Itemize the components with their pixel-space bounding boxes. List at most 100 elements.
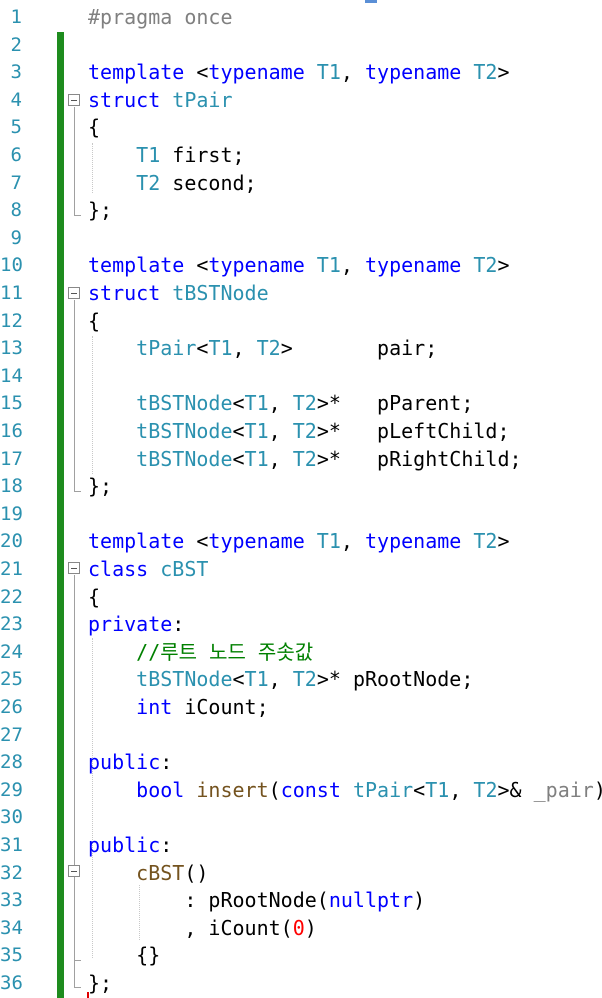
code-token: T2 xyxy=(292,446,317,471)
line-number: 1 xyxy=(10,6,22,28)
code-line[interactable]: tBSTNode<T1, T2>* pRootNode; xyxy=(88,666,473,694)
code-line[interactable]: tBSTNode<T1, T2>* pParent; xyxy=(88,390,473,418)
code-line[interactable]: template <typename T1, typename T2> xyxy=(88,59,510,87)
code-line[interactable]: tPair<T1, T2> pair; xyxy=(88,335,437,363)
line-number: 8 xyxy=(10,199,22,222)
fold-toggle-icon[interactable] xyxy=(68,94,80,106)
code-line[interactable]: template <typename T1, typename T2> xyxy=(88,528,510,556)
code-line[interactable]: : pRootNode(nullptr) xyxy=(88,887,425,915)
code-line[interactable]: tBSTNode<T1, T2>* pLeftChild; xyxy=(88,418,509,446)
code-token: ( xyxy=(316,888,329,913)
code-token: cBST xyxy=(160,557,209,581)
fold-toggle-icon[interactable] xyxy=(68,287,80,299)
code-line[interactable]: public: xyxy=(88,749,172,777)
code-line[interactable]: { xyxy=(88,584,100,612)
code-token: >* pRightChild; xyxy=(316,446,522,471)
fold-toggle-icon[interactable] xyxy=(68,562,80,574)
code-token: //루트 노드 주솟값 xyxy=(136,639,314,664)
line-number: 34 xyxy=(0,916,23,939)
code-token: < xyxy=(232,667,245,692)
fold-guide-line xyxy=(74,878,75,960)
code-token: insert xyxy=(196,777,269,802)
code-token: int xyxy=(136,695,173,719)
code-line[interactable]: #pragma once xyxy=(88,4,233,32)
line-number: 3 xyxy=(10,61,22,84)
code-line[interactable]: T1 first; xyxy=(88,142,245,170)
line-number: 18 xyxy=(0,475,23,498)
code-line[interactable]: }; xyxy=(88,197,112,225)
code-token: < xyxy=(413,777,426,802)
code-token: first; xyxy=(160,143,245,167)
code-token: , xyxy=(340,529,365,554)
line-number: 2 xyxy=(10,33,22,56)
code-line[interactable]: public: xyxy=(88,832,172,860)
code-token: tBSTNode xyxy=(136,391,233,416)
fold-guide-end xyxy=(74,960,81,961)
code-token: < xyxy=(184,253,209,278)
code-token: template xyxy=(88,60,185,85)
code-token: T1 xyxy=(316,253,341,278)
code-line[interactable]: }; xyxy=(88,970,112,998)
code-line[interactable]: bool insert(const tPair<T1, T2>& _pair); xyxy=(88,777,602,805)
line-number: 4 xyxy=(10,88,22,111)
line-number: 13 xyxy=(0,337,23,360)
code-token: T1 xyxy=(425,777,450,802)
code-line[interactable]: { xyxy=(88,308,100,336)
code-line[interactable]: //루트 노드 주솟값 xyxy=(88,639,313,667)
line-number: 9 xyxy=(10,226,22,249)
code-token: T1 xyxy=(316,60,341,85)
line-number: 5 xyxy=(10,116,22,139)
code-token: tBSTNode xyxy=(136,419,233,443)
code-line[interactable]: class cBST xyxy=(88,556,208,584)
code-token: , xyxy=(340,60,365,85)
code-token: cBST xyxy=(136,860,185,885)
code-token: > pair; xyxy=(280,336,438,361)
line-number: 33 xyxy=(0,889,23,912)
code-line[interactable]: }; xyxy=(88,473,112,501)
code-token: typename xyxy=(364,529,462,554)
line-number: 19 xyxy=(0,502,23,525)
code-line[interactable]: template <typename T1, typename T2> xyxy=(88,252,510,280)
code-editor[interactable]: 1 2 3 4 5 6 7 8 9 10 11 12 13 14 15 16 17 18 19 20 21 22 23 24 2… xyxy=(0,0,602,998)
code-line[interactable]: private: xyxy=(88,611,184,639)
code-line[interactable]: int iCount; xyxy=(88,694,269,722)
code-token: const xyxy=(280,777,341,802)
code-token: T2 xyxy=(473,253,498,278)
code-token: typename xyxy=(208,60,305,85)
code-token: ); xyxy=(594,778,602,802)
code-token: iCount; xyxy=(172,695,269,719)
line-number: 21 xyxy=(0,558,23,580)
code-line[interactable]: {} xyxy=(88,942,160,970)
code-token: ( xyxy=(268,777,281,802)
code-token: typename xyxy=(364,60,462,85)
code-token: ) xyxy=(413,888,426,913)
code-token: { xyxy=(88,308,101,333)
code-token: < xyxy=(232,419,245,443)
code-token: T1 xyxy=(244,446,269,471)
code-line[interactable]: , iCount(0) xyxy=(88,915,316,943)
line-number: 10 xyxy=(0,254,23,277)
code-line[interactable]: T2 second; xyxy=(88,170,256,198)
code-token: : xyxy=(160,750,173,775)
code-line[interactable]: struct tPair xyxy=(88,87,233,115)
code-line[interactable]: struct tBSTNode xyxy=(88,280,269,308)
code-token: T1 xyxy=(208,336,233,361)
line-number: 28 xyxy=(0,751,23,774)
fold-toggle-icon[interactable] xyxy=(68,865,80,877)
code-token: _pair xyxy=(533,777,594,802)
code-line[interactable]: { xyxy=(88,114,100,142)
code-line[interactable]: cBST() xyxy=(88,860,208,888)
code-token: T2 xyxy=(136,170,161,195)
code-line[interactable]: tBSTNode<T1, T2>* pRightChild; xyxy=(88,446,522,474)
code-token: , xyxy=(88,915,209,940)
line-number: 36 xyxy=(0,972,23,994)
